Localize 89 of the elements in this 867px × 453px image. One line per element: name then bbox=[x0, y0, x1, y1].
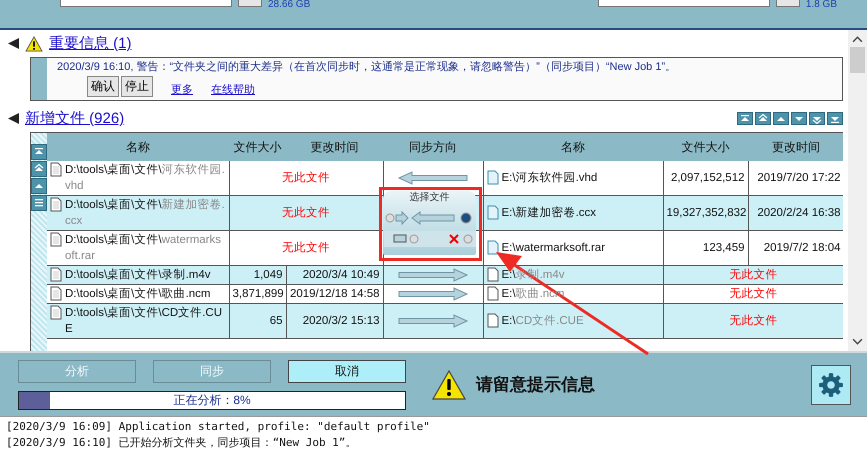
file-path: D:\tools\桌面\文件\河东软件园.vhd bbox=[65, 162, 226, 194]
sync-arrow-icon[interactable] bbox=[398, 314, 468, 328]
modified-time: 2020/2/24 16:38 bbox=[757, 207, 840, 219]
free-space: 1.8 GB bbox=[806, 0, 837, 10]
file-path: E:\CD文件.CUE bbox=[502, 314, 584, 329]
file-size: 123,459 bbox=[702, 242, 744, 254]
column-header[interactable]: 文件大小 bbox=[663, 133, 748, 161]
file-icon bbox=[486, 205, 498, 220]
popup-title: 选择文件 bbox=[410, 191, 450, 205]
scroll-up-button[interactable] bbox=[31, 144, 47, 160]
file-size: 1,049 bbox=[254, 269, 282, 281]
missing-file-label: 无此文件 bbox=[730, 288, 778, 300]
settings-icon bbox=[818, 372, 844, 398]
log-line: [2020/3/9 16:09] Application started, profile: "default profile" bbox=[6, 419, 431, 435]
message-button[interactable]: 确认 bbox=[87, 76, 119, 97]
modified-time: 2020/3/2 15:13 bbox=[302, 315, 380, 327]
free-space: 28.66 GB bbox=[268, 0, 310, 10]
warning-icon bbox=[25, 36, 43, 52]
file-path: D:\tools\桌面\文件\歌曲.ncm bbox=[65, 286, 210, 302]
page-nav-button[interactable] bbox=[827, 112, 843, 125]
section-title-link[interactable]: 重要信息 (1) bbox=[49, 34, 132, 53]
message-button[interactable]: 停止 bbox=[121, 76, 153, 97]
section-title-link[interactable]: 新增文件 (926) bbox=[25, 109, 124, 128]
browse-button[interactable] bbox=[776, 0, 800, 7]
help-link[interactable]: 更多 bbox=[171, 82, 193, 97]
file-size: 2,097,152,512 bbox=[670, 172, 744, 184]
missing-file-label: 无此文件 bbox=[730, 315, 778, 327]
sync-arrow-icon[interactable] bbox=[398, 286, 468, 301]
sync-arrow-icon[interactable] bbox=[398, 268, 468, 282]
up-arrow-icon bbox=[33, 164, 45, 174]
scroll-up-icon[interactable] bbox=[852, 36, 863, 43]
help-link[interactable]: 在线帮助 bbox=[211, 82, 255, 97]
modified-time: 2019/7/20 17:22 bbox=[757, 172, 840, 184]
page-nav-button[interactable] bbox=[809, 112, 825, 125]
folder-field[interactable] bbox=[60, 0, 232, 7]
message-side-strip bbox=[31, 58, 47, 100]
list-view-button[interactable] bbox=[31, 195, 47, 211]
scroll-down-icon[interactable] bbox=[852, 338, 863, 345]
missing-file-label: 无此文件 bbox=[282, 242, 330, 254]
file-size: 65 bbox=[270, 315, 282, 327]
missing-file-label: 无此文件 bbox=[730, 269, 778, 281]
scroll-up-button[interactable] bbox=[31, 161, 47, 177]
up-arrow-icon bbox=[33, 181, 45, 191]
modified-time: 2019/7/2 18:04 bbox=[764, 242, 840, 254]
collapse-toggle-icon[interactable] bbox=[8, 38, 19, 49]
file-size: 3,871,899 bbox=[232, 288, 284, 300]
list-icon bbox=[33, 198, 45, 208]
up-arrow-icon bbox=[33, 147, 45, 157]
file-path: D:\tools\桌面\文件\watermarksoft.rar bbox=[65, 232, 222, 264]
modified-time: 2020/3/4 10:49 bbox=[302, 269, 380, 281]
file-path: D:\tools\桌面\文件\CD文件.CUE bbox=[65, 306, 223, 337]
page-nav-button[interactable] bbox=[791, 112, 807, 125]
file-path: E:\watermarksoft.rar bbox=[502, 241, 606, 256]
up-arrow-icon bbox=[757, 114, 769, 124]
file-path: E:\河东软件园.vhd bbox=[502, 170, 598, 186]
file-size: 19,327,352,832 bbox=[666, 207, 746, 219]
page-nav-button[interactable] bbox=[755, 112, 771, 125]
scroll-thumb[interactable] bbox=[850, 47, 865, 73]
action-button[interactable]: 取消 bbox=[288, 360, 406, 382]
page-nav-button[interactable] bbox=[737, 112, 753, 125]
scrollbar[interactable] bbox=[848, 30, 867, 351]
scroll-up-button[interactable] bbox=[31, 178, 47, 194]
missing-file-label: 无此文件 bbox=[282, 172, 330, 184]
column-header[interactable]: 名称 bbox=[47, 133, 229, 161]
column-header[interactable]: 同步方向 bbox=[383, 133, 483, 161]
notice-text: 请留意提示信息 bbox=[476, 374, 595, 396]
log-line: [2020/3/9 16:10] 已开始分析文件夹，同步项目：“New Job 1”。 bbox=[6, 435, 358, 451]
column-header[interactable]: 名称 bbox=[483, 133, 663, 161]
file-icon bbox=[486, 240, 498, 255]
missing-file-label: 无此文件 bbox=[282, 207, 330, 219]
settings-button[interactable] bbox=[811, 364, 851, 404]
file-path: D:\tools\桌面\文件\录制.m4v bbox=[65, 268, 210, 283]
file-icon bbox=[50, 162, 62, 177]
warning-icon bbox=[432, 370, 466, 400]
modified-time: 2019/12/18 14:58 bbox=[290, 288, 380, 300]
page-nav-button[interactable] bbox=[773, 112, 789, 125]
column-header[interactable]: 更改时间 bbox=[748, 133, 843, 161]
file-icon bbox=[486, 313, 498, 328]
sync-arrow-icon[interactable] bbox=[398, 170, 468, 185]
progress-text: 正在分析：8% bbox=[173, 392, 251, 408]
column-header[interactable]: 更改时间 bbox=[286, 133, 383, 161]
collapse-toggle-icon[interactable] bbox=[8, 113, 19, 124]
file-icon bbox=[486, 170, 498, 185]
browse-button[interactable] bbox=[238, 0, 262, 7]
folder-field[interactable] bbox=[598, 0, 770, 7]
column-header[interactable]: 文件大小 bbox=[229, 133, 286, 161]
file-path: E:\新建加密卷.ccx bbox=[502, 205, 596, 221]
warning-message: 2020/3/9 16:10, 警告：“文件夹之间的重大差异（在首次同步时，这通常是正常现象，请忽略警告）”（同步项目）“New Job 1”。 bbox=[57, 61, 676, 73]
up-arrow-icon bbox=[739, 114, 751, 124]
